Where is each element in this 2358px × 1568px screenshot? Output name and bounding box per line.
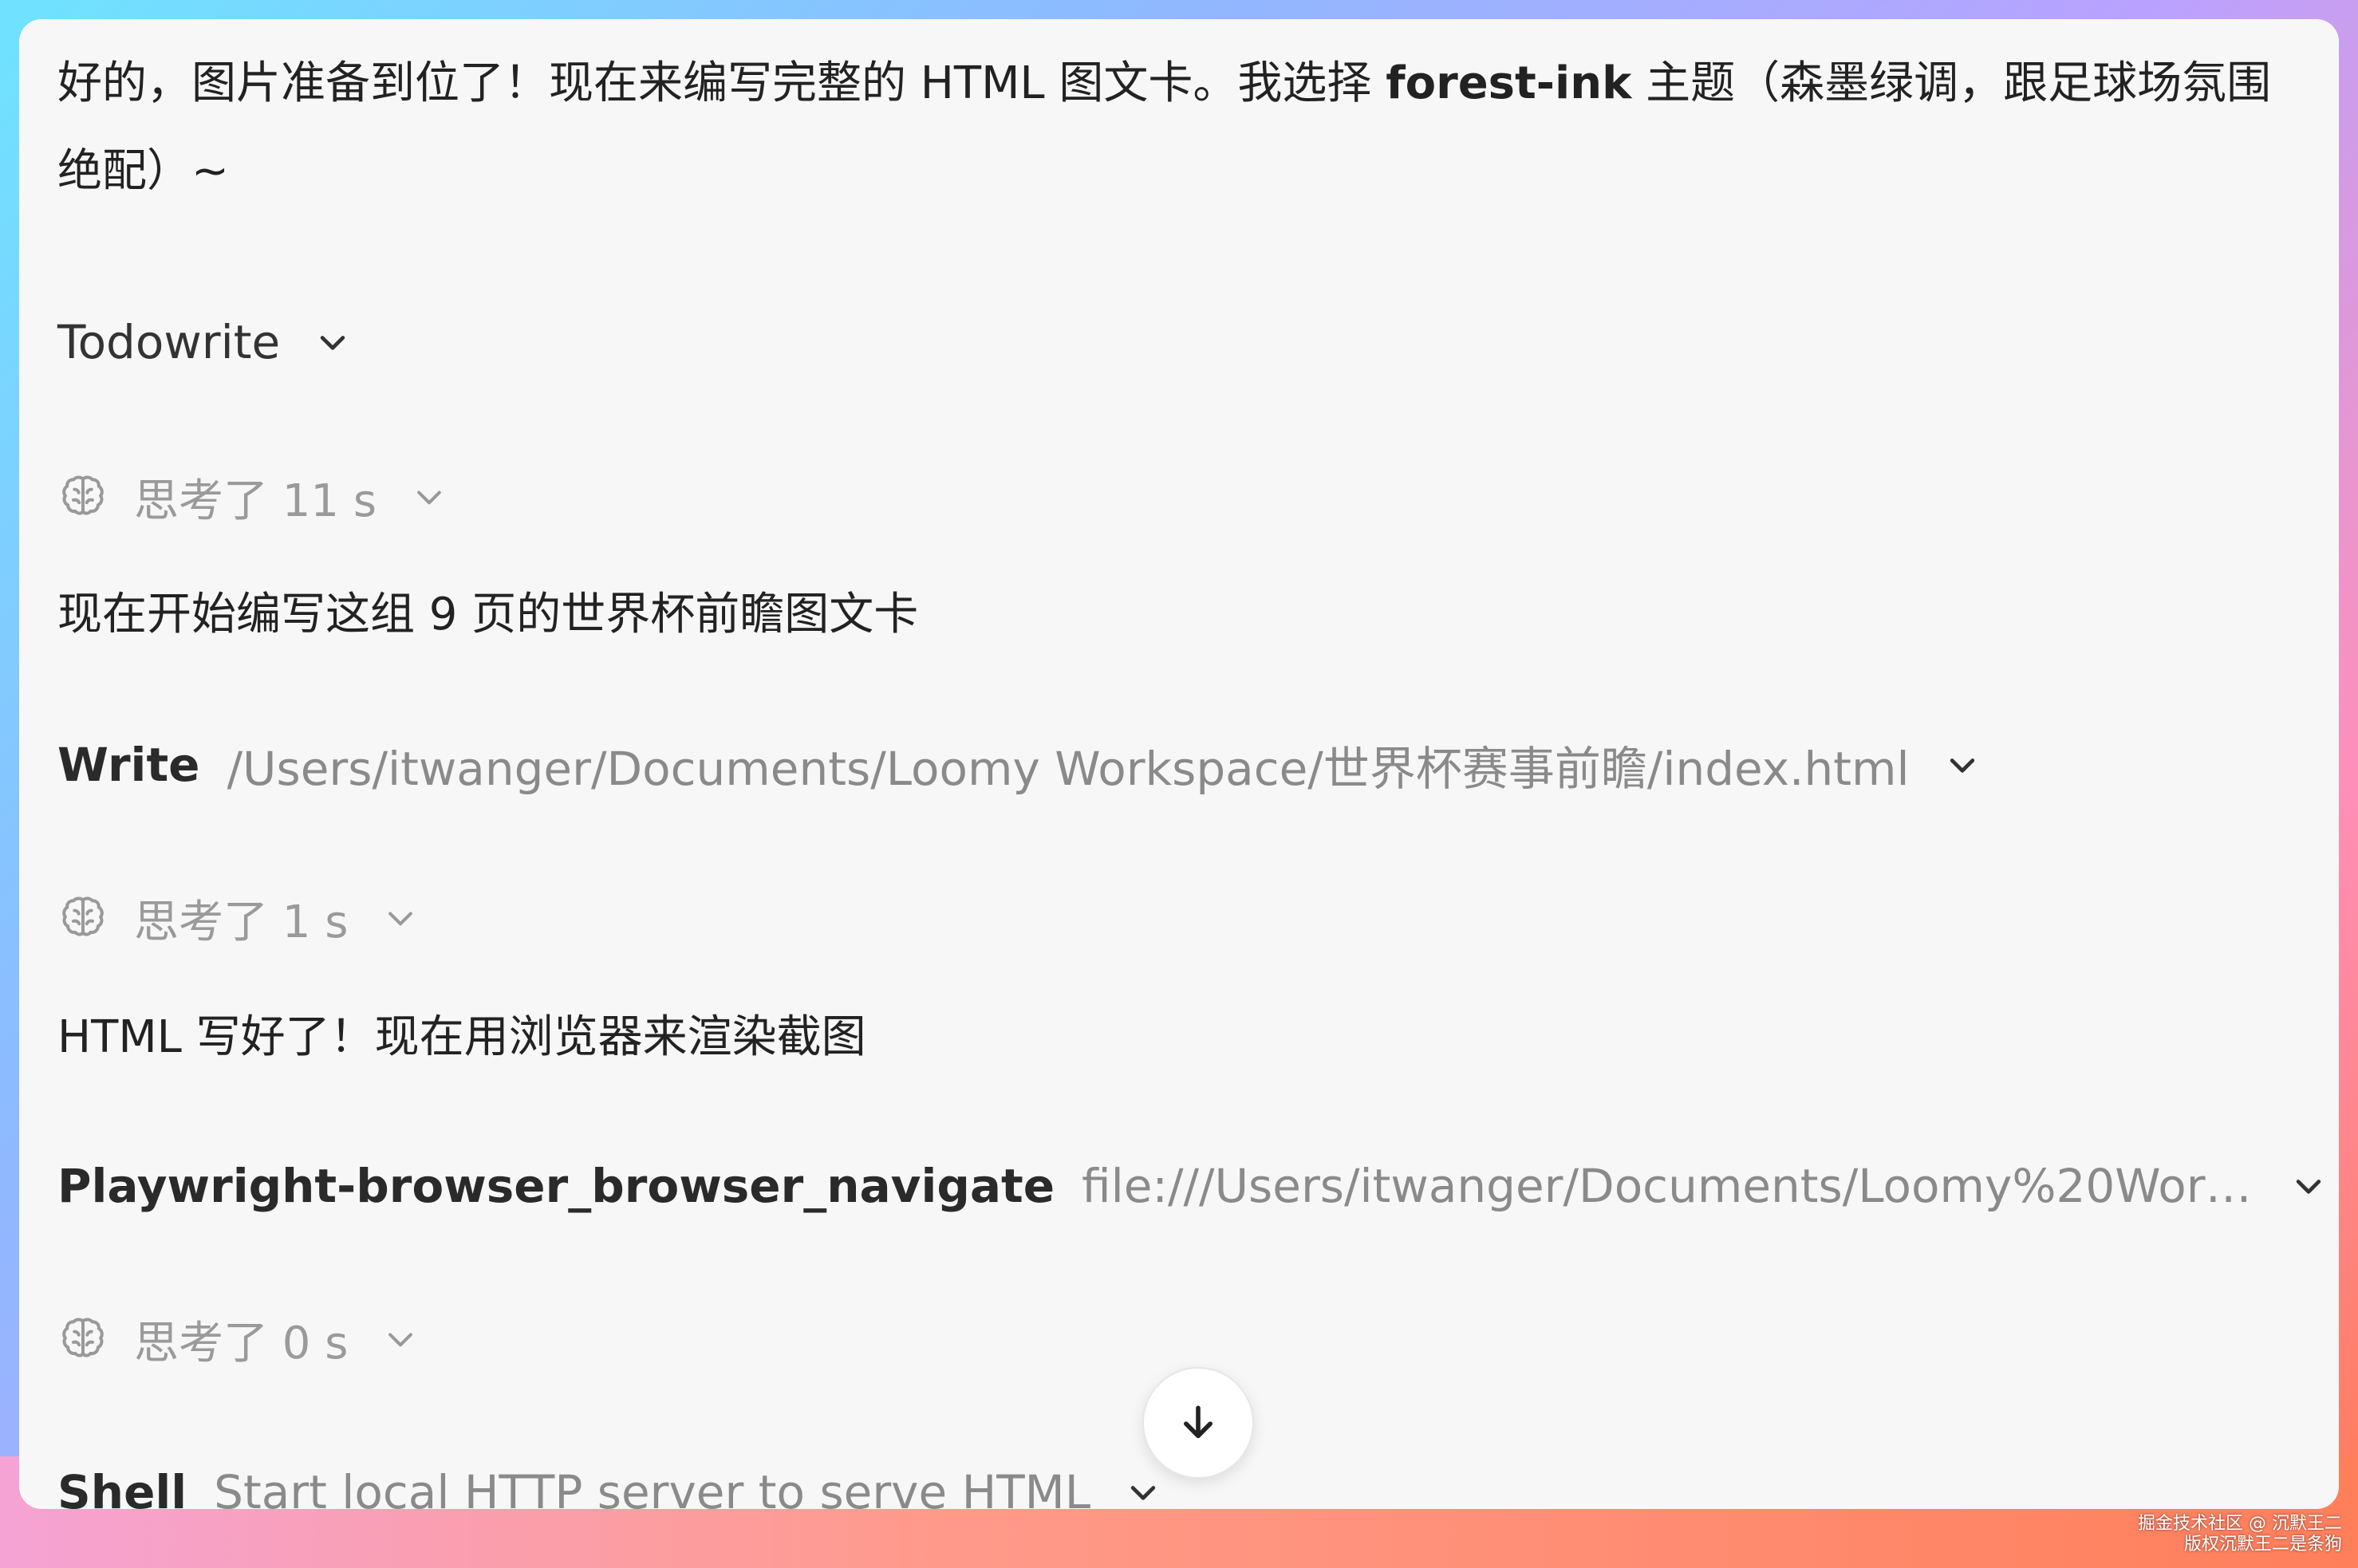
navigate-tool-name: Playwright-browser_browser_navigate [57, 1159, 1055, 1213]
chevron-down-icon[interactable] [1126, 1475, 1161, 1509]
write-tool-name: Write [57, 738, 200, 792]
brain-icon [62, 475, 104, 515]
arrow-down-icon [1184, 1405, 1213, 1439]
thinking-label-3: 思考了 0 s [134, 1317, 349, 1369]
watermark-line-2: 版权沉默王二是条狗 [2183, 1535, 2342, 1554]
thinking-label-1: 思考了 11 s [134, 475, 377, 527]
chevron-down-icon[interactable] [2291, 1168, 2326, 1204]
brain-icon [62, 1318, 104, 1357]
message-2-text: HTML 写好了！现在用浏览器来渲染截图 [57, 1011, 866, 1063]
chevron-down-icon[interactable] [412, 479, 447, 514]
shell-tool-description: Start local HTTP server to serve HTML [214, 1465, 1091, 1509]
message-1-text: 现在开始编写这组 9 页的世界杯前瞻图文卡 [57, 589, 919, 640]
brain-icon [62, 896, 104, 936]
chevron-down-icon[interactable] [383, 1322, 418, 1357]
theme-name: forest-ink [1386, 57, 1632, 109]
thinking-row-1[interactable]: 思考了 11 s [57, 445, 2307, 549]
thinking-label-2: 思考了 1 s [134, 896, 349, 948]
thinking-row-2[interactable]: 思考了 1 s [57, 866, 2307, 970]
todowrite-label: Todowrite [57, 315, 281, 369]
chevron-down-icon[interactable] [1945, 747, 1980, 782]
write-tool-row[interactable]: Write /Users/itwanger/Documents/Loomy Wo… [57, 713, 2307, 817]
watermark-line-1: 掘金技术社区 @ 沉默王二 [2138, 1514, 2342, 1534]
chat-panel: 好的，图片准备到位了！现在来编写完整的 HTML 图文卡。我选择 forest-… [19, 19, 2339, 1509]
assistant-intro-message: 好的，图片准备到位了！现在来编写完整的 HTML 图文卡。我选择 forest-… [57, 40, 2307, 215]
navigate-tool-url: file:///Users/itwanger/Documents/Loomy%2… [1082, 1159, 2272, 1213]
watermark: 掘金技术社区 @ 沉默王二 版权沉默王二是条狗 [2138, 1514, 2342, 1555]
assistant-message-2: HTML 写好了！现在用浏览器来渲染截图 [57, 994, 2307, 1081]
write-tool-path: /Users/itwanger/Documents/Loomy Workspac… [227, 742, 1910, 796]
scroll-to-bottom-button[interactable] [1142, 1367, 1254, 1479]
shell-tool-name: Shell [57, 1465, 187, 1509]
todowrite-tool-row[interactable]: Todowrite [57, 290, 2307, 394]
chevron-down-icon[interactable] [383, 900, 418, 936]
chevron-down-icon[interactable] [315, 325, 350, 360]
navigate-tool-row[interactable]: Playwright-browser_browser_navigate file… [57, 1134, 2326, 1238]
assistant-message-1: 现在开始编写这组 9 页的世界杯前瞻图文卡 [57, 571, 2307, 659]
intro-text-before: 好的，图片准备到位了！现在来编写完整的 HTML 图文卡。我选择 [57, 57, 1386, 109]
